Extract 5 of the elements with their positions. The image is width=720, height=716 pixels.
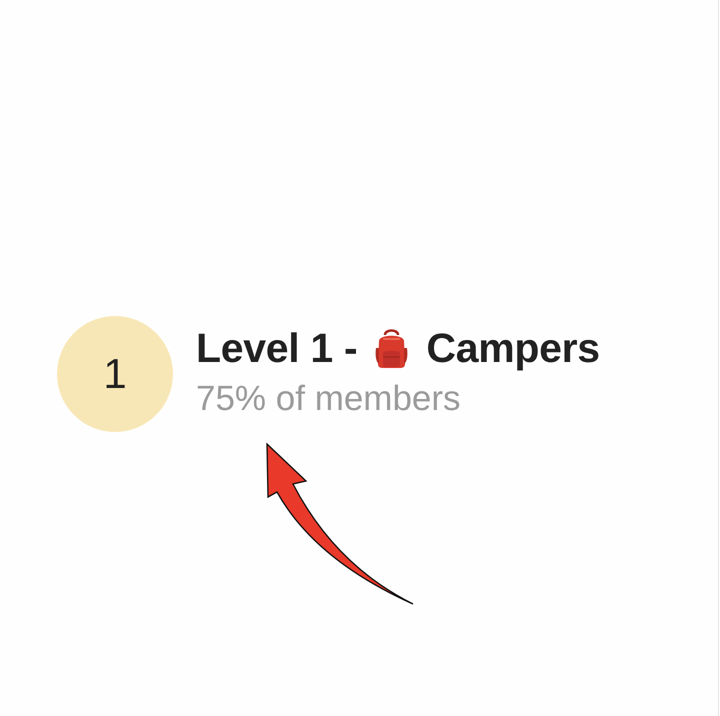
level-badge: 1 bbox=[57, 316, 173, 432]
backpack-icon bbox=[374, 328, 410, 368]
level-name: Campers bbox=[426, 324, 600, 372]
level-title: Level 1 - bbox=[196, 324, 358, 372]
member-share: 75% of members bbox=[196, 378, 462, 420]
